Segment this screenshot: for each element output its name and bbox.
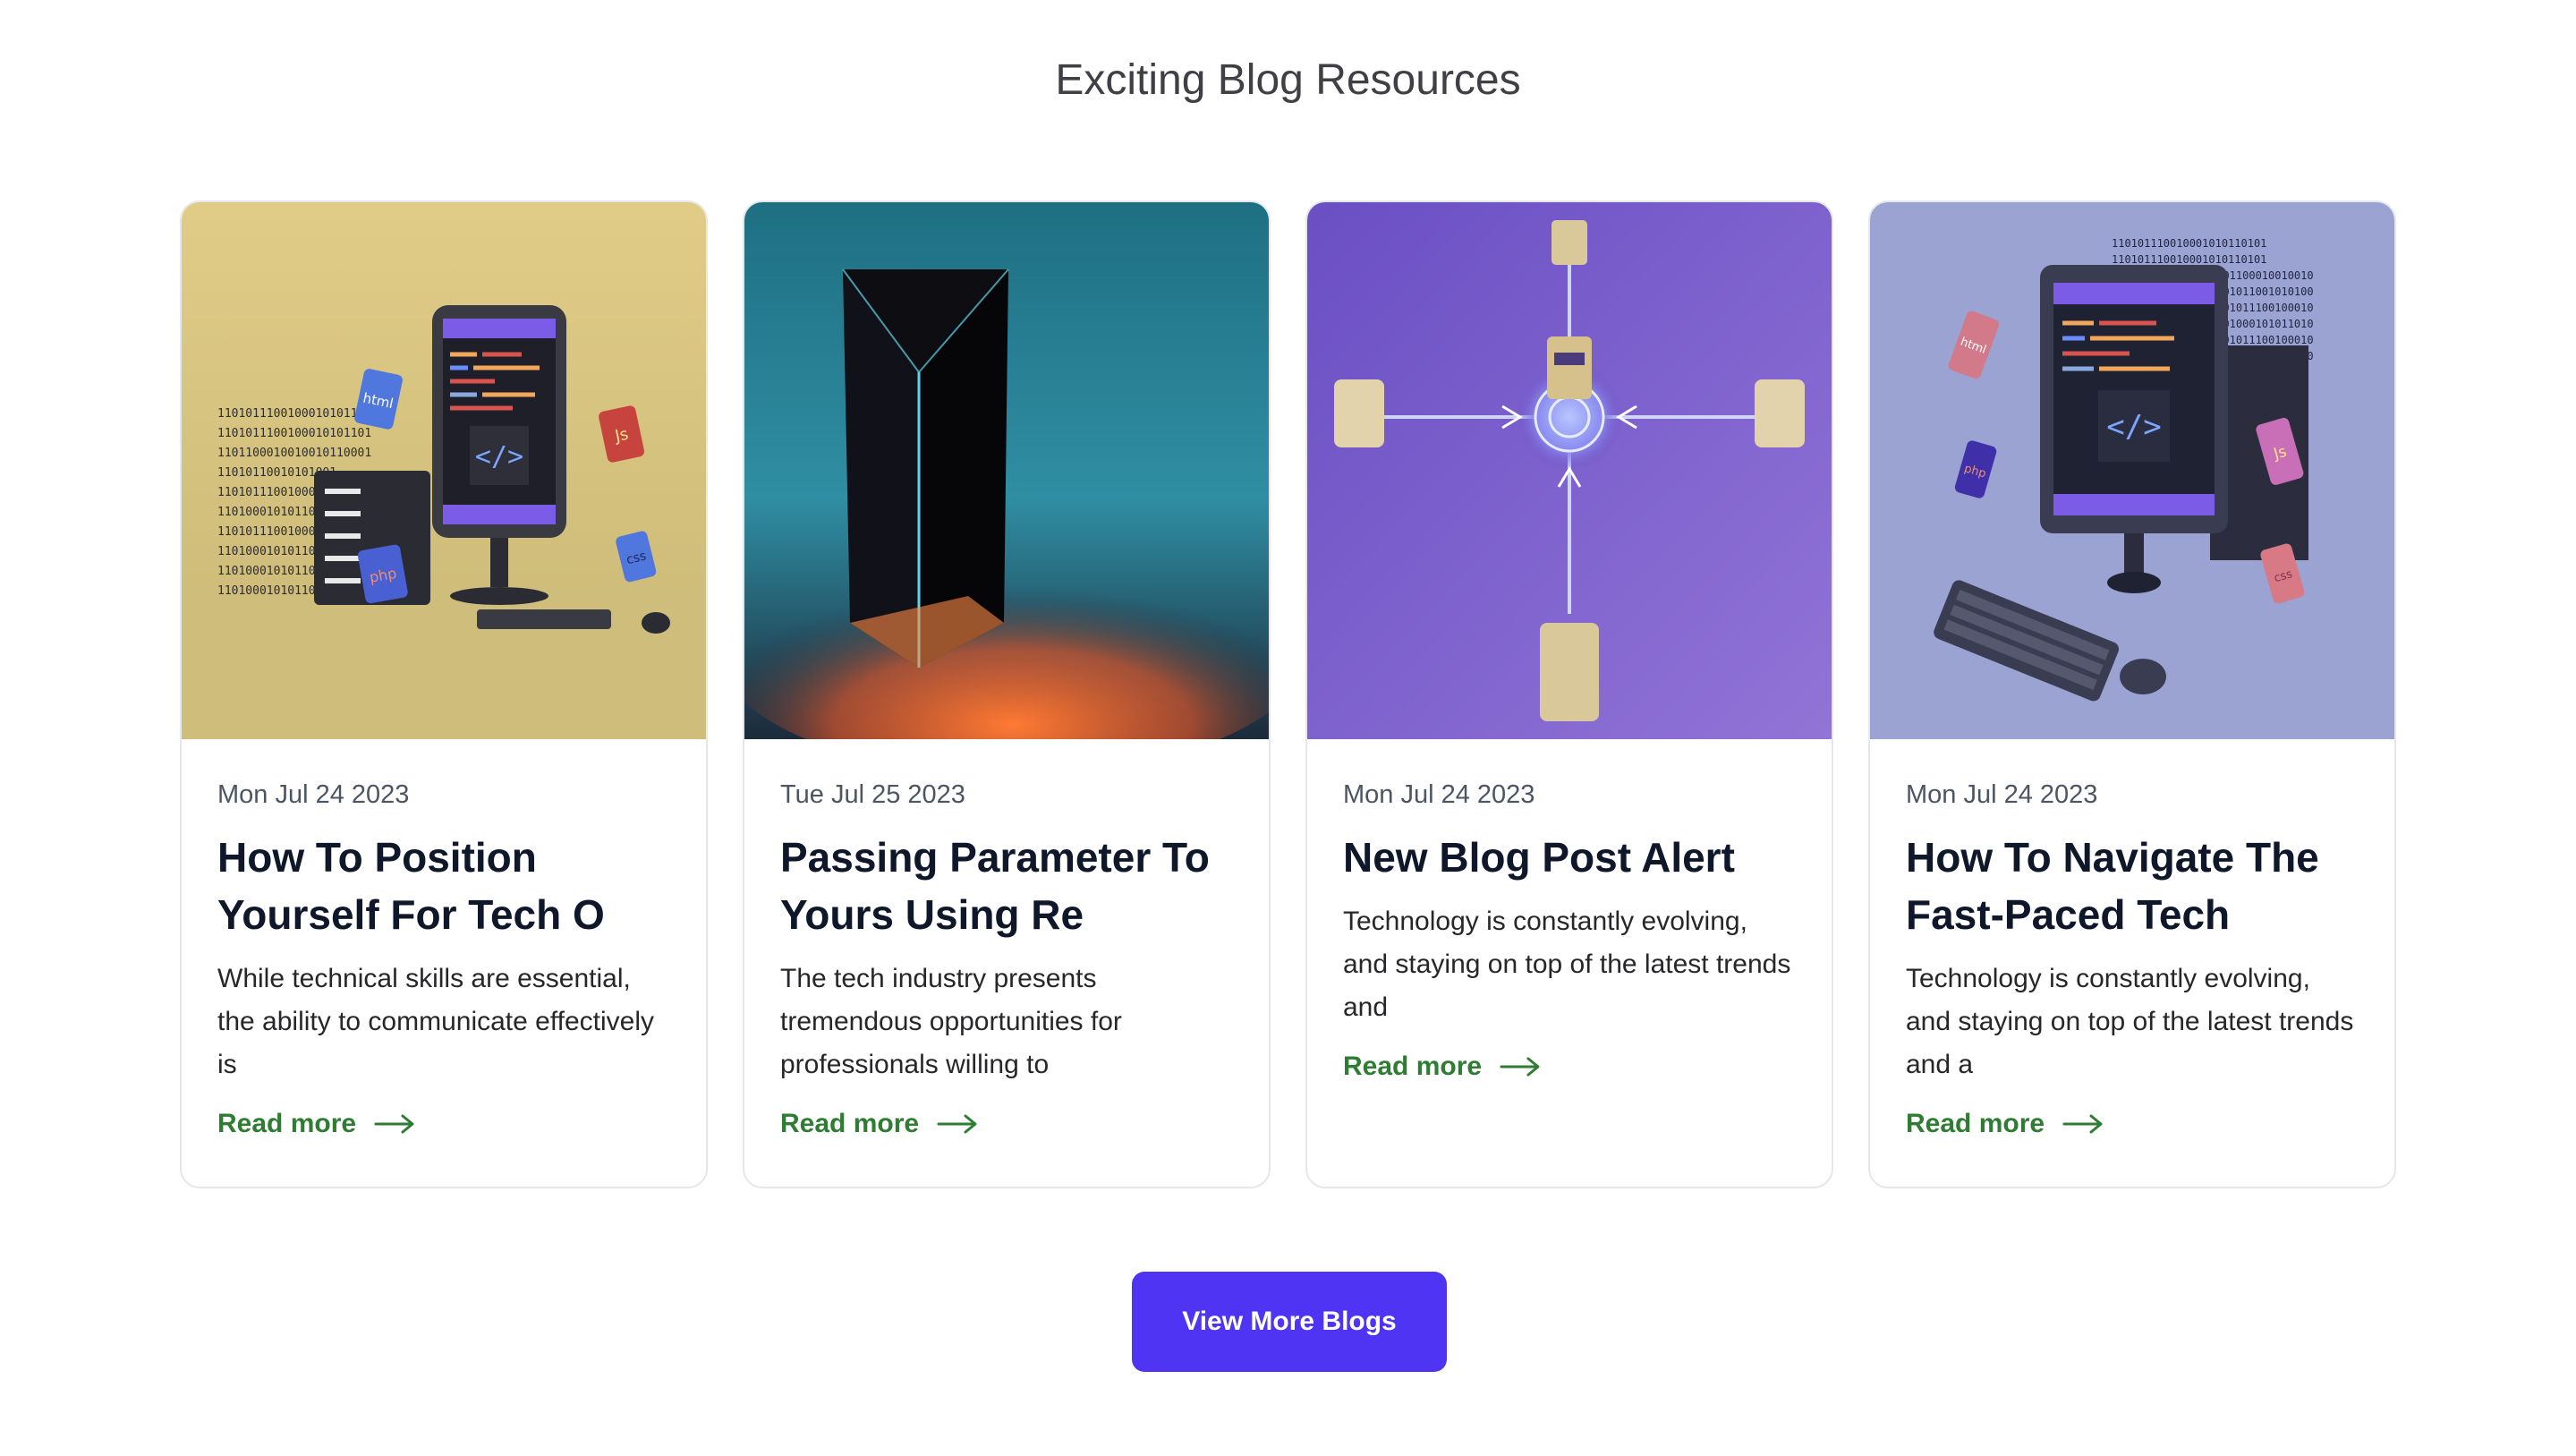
- blog-card-image[interactable]: 1101011100100010101101 11010111001000101…: [182, 202, 706, 739]
- read-more-label: Read more: [1343, 1052, 1483, 1081]
- arrow-right-icon: [937, 1114, 977, 1134]
- read-more-label: Read more: [217, 1109, 357, 1138]
- svg-text:</>: </>: [2106, 409, 2161, 445]
- blog-date: Mon Jul 24 2023: [1906, 780, 2098, 809]
- desktop-computer-code-illustration: 110101110010001010110101 110101110010001…: [1870, 202, 2394, 739]
- blog-card-image[interactable]: [1307, 202, 1832, 739]
- svg-text:110101110010001010110101: 110101110010001010110101: [2112, 237, 2266, 250]
- arrow-right-icon: [374, 1114, 414, 1134]
- blog-card[interactable]: Mon Jul 24 2023 New Blog Post Alert Tech…: [1305, 200, 1833, 1188]
- svg-text:110101110010001: 110101110010001: [217, 525, 322, 539]
- read-more-label: Read more: [780, 1109, 920, 1138]
- svg-text:1101011100100010101101: 1101011100100010101101: [217, 427, 371, 440]
- read-more-link[interactable]: Read more: [1343, 1049, 1799, 1085]
- view-more-blogs-button[interactable]: View More Blogs: [1132, 1272, 1447, 1372]
- network-hub-illustration: [1307, 202, 1832, 739]
- svg-text:110100010101101: 110100010101101: [217, 565, 322, 578]
- blog-card[interactable]: Tue Jul 25 2023 Passing Parameter To You…: [743, 200, 1271, 1188]
- blog-excerpt: Technology is constantly evolving, and s…: [1343, 907, 1791, 1022]
- svg-text:</>: </>: [475, 441, 523, 473]
- svg-text:110100010101101: 110100010101101: [217, 506, 322, 519]
- svg-text:110101110010001: 110101110010001: [217, 486, 322, 499]
- blog-title[interactable]: Passing Parameter To Yours Using Re: [780, 829, 1237, 943]
- svg-text:110100010101101: 110100010101101: [217, 545, 322, 558]
- blog-card-image[interactable]: 110101110010001010110101 110101110010001…: [1870, 202, 2394, 739]
- svg-text:110100010101101: 110100010101101: [217, 584, 322, 598]
- blog-card[interactable]: 110101110010001010110101 110101110010001…: [1868, 200, 2396, 1188]
- read-more-link[interactable]: Read more: [780, 1106, 1237, 1142]
- glass-prism-illustration: [744, 202, 1269, 739]
- blog-title[interactable]: How To Navigate The Fast-Paced Tech: [1906, 829, 2362, 943]
- blog-excerpt: While technical skills are essential, th…: [217, 964, 655, 1079]
- blog-title[interactable]: New Blog Post Alert: [1343, 829, 1799, 886]
- svg-text:1101011100100010101101: 1101011100100010101101: [217, 407, 371, 421]
- svg-text:1101100010010010110001: 1101100010010010110001: [217, 447, 371, 460]
- read-more-link[interactable]: Read more: [1906, 1106, 2362, 1142]
- blog-date: Tue Jul 25 2023: [780, 780, 965, 809]
- read-more-link[interactable]: Read more: [217, 1106, 674, 1142]
- svg-text:110101110010001010110101: 110101110010001010110101: [2112, 253, 2266, 266]
- arrow-right-icon: [1500, 1057, 1540, 1077]
- blog-date: Mon Jul 24 2023: [217, 780, 410, 809]
- blog-date: Mon Jul 24 2023: [1343, 780, 1535, 809]
- blog-excerpt: The tech industry presents tremendous op…: [780, 964, 1122, 1079]
- blog-card[interactable]: 1101011100100010101101 11010111001000101…: [180, 200, 708, 1188]
- blog-cards-grid: 1101011100100010101101 11010111001000101…: [180, 200, 2396, 1188]
- blog-excerpt: Technology is constantly evolving, and s…: [1906, 964, 2354, 1079]
- read-more-label: Read more: [1906, 1109, 2045, 1138]
- section-title: Exciting Blog Resources: [1055, 56, 1521, 104]
- blog-card-image[interactable]: [744, 202, 1269, 739]
- computer-server-code-illustration: 1101011100100010101101 11010111001000101…: [182, 202, 706, 739]
- blog-title[interactable]: How To Position Yourself For Tech O: [217, 829, 674, 943]
- arrow-right-icon: [2062, 1114, 2103, 1134]
